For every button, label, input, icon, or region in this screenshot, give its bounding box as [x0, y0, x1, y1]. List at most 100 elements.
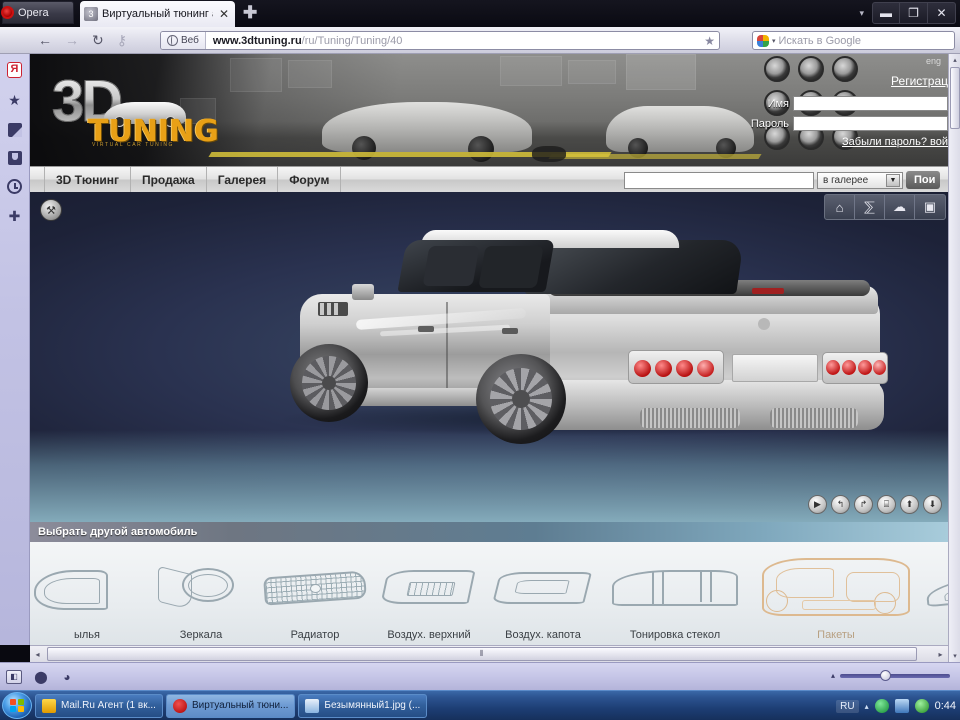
panel-toggle-button[interactable]: ◧	[6, 670, 22, 684]
body-kit-icon[interactable]: ⅀	[855, 195, 885, 219]
language-switch-eng[interactable]: eng	[926, 56, 941, 66]
taskbar-item-label: Безымянный1.jpg (...	[324, 700, 420, 711]
vertical-scroll-thumb[interactable]	[950, 67, 960, 129]
part-vozduh-verhniy[interactable]: Воздух. верхний	[372, 542, 486, 645]
taskbar-item-mailru[interactable]: Mail.Ru Агент (1 вк...	[35, 694, 163, 718]
zoom-slider-track[interactable]	[840, 674, 950, 678]
chevron-down-icon[interactable]: ▾	[772, 37, 776, 45]
taskbar-item-image[interactable]: Безымянный1.jpg (...	[298, 694, 427, 718]
logo-subtitle: VIRTUAL CAR TUNING	[92, 142, 174, 148]
opera-menu-label: Opera	[18, 7, 49, 19]
shield-icon[interactable]: ⬤	[34, 670, 48, 684]
browser-search-box[interactable]: ▾ Искать в Google	[752, 31, 955, 50]
tab-bar: Opera 3 Виртуальный тюнинг а... ✕ ✚ ▾ ▬ …	[0, 0, 960, 27]
close-icon[interactable]: ✕	[217, 8, 231, 20]
forward-icon[interactable]: →	[65, 33, 79, 47]
scroll-right-arrow-icon[interactable]: ▸	[933, 647, 948, 662]
scroll-down-arrow-icon[interactable]: ▾	[949, 650, 960, 662]
site-logo[interactable]: 3D TUNING VIRTUAL CAR TUNING	[52, 72, 207, 148]
password-key-icon[interactable]: ⚷	[117, 33, 127, 47]
opera-status-bar: ◧ ⬤ ◕ ▴	[0, 662, 960, 690]
zoom-caret-icon[interactable]: ▴	[831, 671, 835, 680]
language-indicator[interactable]: RU	[836, 700, 858, 713]
system-tray: RU ▴ 0:44	[836, 691, 956, 720]
part-aerografiya[interactable]: Аэрография	[922, 542, 948, 645]
part-zerkala[interactable]: Зеркала	[144, 542, 258, 645]
save-snapshot-button[interactable]: ⌸	[877, 495, 896, 514]
notes-icon[interactable]	[8, 123, 22, 137]
turbo-icon[interactable]: ◕	[60, 670, 74, 684]
select-other-car-bar[interactable]: Выбрать другой автомобиль	[30, 522, 948, 542]
back-icon[interactable]: ←	[38, 33, 52, 47]
minimize-button[interactable]: ▬	[872, 2, 900, 24]
car-3d-viewer[interactable]: ⚒ ⌂ ⅀ ☁ ▣ ▶ ↰ ↱ ⌸ ⬆ ⬇	[30, 192, 948, 522]
part-radiator[interactable]: Радиатор	[258, 542, 372, 645]
zoom-slider-knob[interactable]	[880, 670, 891, 681]
nav-item-3d-tuning[interactable]: 3D Тюнинг	[44, 167, 131, 193]
part-label: ылья	[30, 629, 144, 641]
nav-item-prodazha[interactable]: Продажа	[131, 167, 207, 193]
nav-item-forum[interactable]: Форум	[278, 167, 341, 193]
part-label: Воздух. капота	[486, 629, 600, 641]
nav-item-galereya[interactable]: Галерея	[207, 167, 278, 193]
scroll-left-arrow-icon[interactable]: ◂	[30, 647, 45, 662]
opera-logo-icon	[1, 6, 14, 19]
reload-icon[interactable]: ↻	[92, 33, 104, 47]
part-label: Зеркала	[144, 629, 258, 641]
yandex-panel-icon[interactable]: Я	[7, 62, 22, 78]
downloads-icon[interactable]	[8, 151, 22, 165]
airbrush-icon	[922, 556, 948, 622]
chevron-down-icon[interactable]: ▾	[859, 8, 864, 19]
login-name-input[interactable]	[793, 96, 948, 111]
rotate-left-button[interactable]: ↰	[831, 495, 850, 514]
part-krylya[interactable]: ылья	[30, 542, 144, 645]
clock[interactable]: 0:44	[935, 700, 956, 712]
new-tab-button[interactable]: ✚	[243, 4, 257, 21]
mailru-agent-tray-icon[interactable]	[875, 699, 889, 713]
zoom-slider-group[interactable]: ▴	[831, 671, 950, 680]
upload-button[interactable]: ⬆	[900, 495, 919, 514]
taskbar-item-opera[interactable]: Виртуальный тюни...	[166, 694, 295, 718]
antivirus-tray-icon[interactable]	[915, 699, 929, 713]
maximize-button[interactable]: ❐	[900, 2, 928, 24]
window-controls: ▾ ▬ ❐ ✕	[859, 1, 956, 25]
close-window-button[interactable]: ✕	[928, 2, 956, 24]
bodykit-icon	[750, 556, 922, 628]
play-button[interactable]: ▶	[808, 495, 827, 514]
site-search-scope-select[interactable]: в галерее ▼	[817, 172, 903, 189]
bookmark-star-icon[interactable]: ★	[704, 34, 715, 48]
part-vozduh-kapota[interactable]: Воздух. капота	[486, 542, 600, 645]
page-horizontal-scrollbar[interactable]: ◂ ⦀ ▸	[30, 645, 948, 662]
part-tonirovka-stekol[interactable]: Тонировка стекол	[600, 542, 750, 645]
viewer-tools-button[interactable]: ⚒	[40, 199, 62, 221]
browser-tab-active[interactable]: 3 Виртуальный тюнинг а... ✕	[80, 1, 235, 27]
forgot-password-link[interactable]: Забыли пароль? вой	[842, 136, 948, 148]
history-icon[interactable]	[7, 179, 22, 194]
login-password-input[interactable]	[793, 116, 948, 131]
home-icon[interactable]: ⌂	[825, 195, 855, 219]
site-search-input[interactable]	[624, 172, 814, 189]
part-pakety[interactable]: Пакеты	[750, 542, 922, 645]
page-vertical-scrollbar[interactable]: ▴ ▾	[948, 54, 960, 662]
address-bar[interactable]: Веб www.3dtuning.ru/ru/Tuning/Tuning/40 …	[160, 31, 720, 50]
rotate-right-button[interactable]: ↱	[854, 495, 873, 514]
show-hidden-icons-icon[interactable]: ▴	[865, 702, 869, 711]
register-link[interactable]: Регистрац	[891, 74, 948, 88]
opera-menu-button[interactable]: Opera	[2, 1, 74, 24]
part-label: Аэрография	[922, 629, 948, 641]
viewer-control-buttons: ▶ ↰ ↱ ⌸ ⬆ ⬇	[808, 495, 942, 514]
add-panel-icon[interactable]: ✚	[6, 208, 23, 225]
network-tray-icon[interactable]	[895, 699, 909, 713]
scroll-up-arrow-icon[interactable]: ▴	[949, 54, 960, 66]
horizontal-scroll-track[interactable]: ⦀	[45, 647, 933, 661]
download-button[interactable]: ⬇	[923, 495, 942, 514]
search-input[interactable]: Искать в Google	[779, 35, 862, 47]
taskbar-item-label: Mail.Ru Агент (1 вк...	[61, 700, 156, 711]
viewer-toolbar: ⌂ ⅀ ☁ ▣	[824, 194, 946, 220]
bookmarks-icon[interactable]: ★	[6, 92, 23, 109]
roof-icon[interactable]: ☁	[885, 195, 915, 219]
site-search-button[interactable]: Пои	[906, 171, 940, 189]
camera-icon[interactable]: ▣	[915, 195, 945, 219]
start-button[interactable]	[2, 692, 32, 719]
horizontal-scroll-thumb[interactable]: ⦀	[47, 647, 917, 661]
